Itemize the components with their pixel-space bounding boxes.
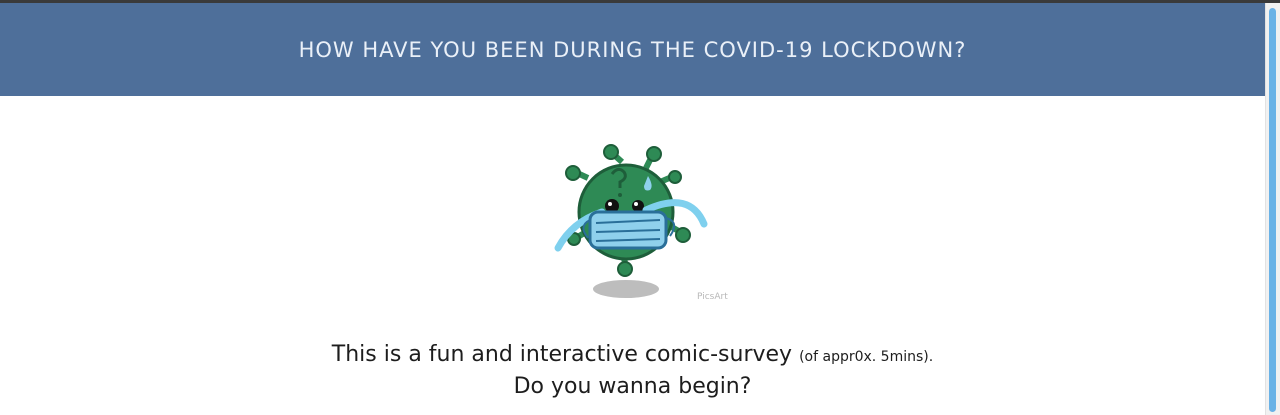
picsart-watermark: PicsArt [697, 292, 728, 302]
intro-text: This is a fun and interactive comic-surv… [0, 340, 1265, 402]
scrollbar-thumb[interactable] [1269, 8, 1276, 412]
intro-duration-note: (of appr0x. 5mins). [799, 349, 934, 365]
intro-line-1: This is a fun and interactive comic-surv… [0, 340, 1265, 372]
intro-main-text: This is a fun and interactive comic-surv… [331, 342, 793, 367]
begin-prompt: Do you wanna begin? [513, 374, 752, 399]
page-title: HOW HAVE YOU BEEN DURING THE COVID-19 LO… [298, 37, 967, 62]
mascot-shadow [593, 280, 659, 298]
page-header: HOW HAVE YOU BEEN DURING THE COVID-19 LO… [0, 3, 1265, 96]
crying-virus-with-mask-icon [554, 144, 708, 298]
